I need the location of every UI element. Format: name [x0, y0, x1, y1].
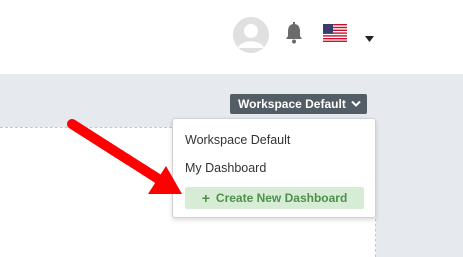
create-new-dashboard-label: Create New Dashboard	[215, 191, 348, 205]
workspace-selector-button[interactable]: Workspace Default	[230, 94, 367, 114]
create-new-dashboard-button[interactable]: + Create New Dashboard	[185, 187, 364, 209]
chevron-down-icon	[351, 100, 361, 107]
user-avatar-icon[interactable]	[233, 17, 269, 53]
us-flag-icon[interactable]	[323, 24, 347, 42]
menu-item-my-dashboard[interactable]: My Dashboard	[185, 161, 266, 175]
workspace-dropdown-menu: Workspace Default My Dashboard + Create …	[172, 118, 376, 218]
top-header	[0, 0, 463, 74]
plus-icon: +	[201, 190, 210, 206]
red-arrow-icon	[67, 119, 182, 194]
menu-item-workspace-default[interactable]: Workspace Default	[185, 133, 290, 147]
bell-icon[interactable]	[284, 22, 304, 44]
caret-down-icon[interactable]	[365, 29, 374, 42]
workspace-selector-label: Workspace Default	[238, 97, 346, 111]
